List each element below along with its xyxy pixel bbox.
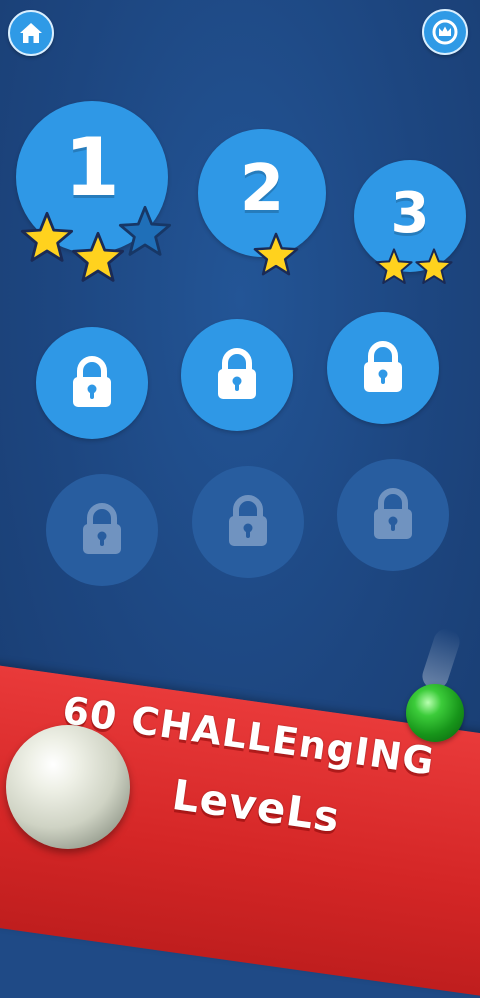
green-ball-image	[406, 684, 464, 742]
lock-icon	[364, 341, 402, 392]
star-filled-icon	[253, 232, 299, 276]
lock-icon	[218, 348, 256, 399]
crown-icon	[432, 19, 458, 45]
level-number: 3	[390, 180, 430, 246]
lock-icon	[229, 495, 267, 546]
lock-icon	[83, 503, 121, 554]
level-number: 2	[239, 152, 285, 226]
level-number: 1	[64, 120, 120, 214]
level-4-locked-button[interactable]	[36, 327, 148, 439]
star-filled-icon	[20, 211, 74, 262]
level-6-locked-button[interactable]	[327, 312, 439, 424]
level-9-locked-button[interactable]	[337, 459, 449, 571]
level-7-locked-button[interactable]	[46, 474, 158, 586]
level-8-locked-button[interactable]	[192, 466, 304, 578]
lock-icon	[73, 356, 111, 407]
level-5-locked-button[interactable]	[181, 319, 293, 431]
lock-icon	[374, 488, 412, 539]
home-button[interactable]	[8, 10, 54, 56]
crown-button[interactable]	[422, 9, 468, 55]
star-filled-icon	[375, 248, 413, 284]
star-empty-icon	[118, 205, 172, 256]
white-ball-image	[6, 725, 130, 849]
star-filled-icon	[415, 248, 453, 284]
home-icon	[20, 23, 42, 43]
